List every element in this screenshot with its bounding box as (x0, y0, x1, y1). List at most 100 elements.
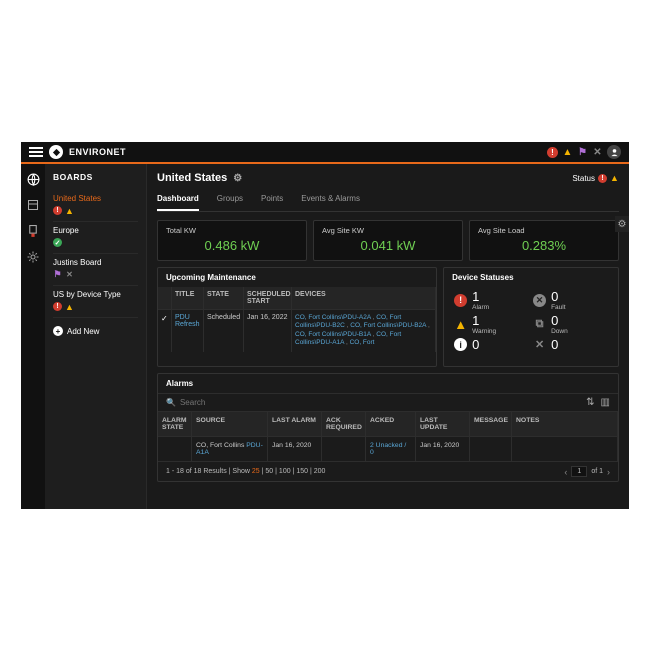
tools-icon[interactable]: ✕ (592, 147, 603, 158)
pager-prev-icon[interactable]: ‹ (564, 467, 567, 477)
flag-icon[interactable]: ⚑ (577, 147, 588, 158)
alarms-search-input[interactable] (180, 398, 240, 407)
status-count: 1 (472, 289, 489, 304)
status-alarm[interactable]: ! 1Alarm (454, 289, 529, 311)
wrench-icon: ✕ (65, 270, 74, 279)
row-state: Scheduled (204, 310, 244, 352)
cell-alarm-state (158, 437, 192, 461)
nav-rail (21, 164, 45, 509)
sidebar-item-label: US by Device Type (53, 290, 138, 299)
kpi-value: 0.041 kW (322, 238, 454, 253)
upcoming-maintenance-panel: Upcoming Maintenance TITLE STATE SCHEDUL… (157, 267, 437, 367)
page-title-text: United States (157, 172, 227, 184)
col-source: SOURCE (192, 412, 268, 436)
app-logo-icon (49, 145, 63, 159)
sidebar-item-united-states[interactable]: United States ! ▲ (53, 190, 138, 222)
hamburger-menu-icon[interactable] (29, 147, 43, 157)
cell-acked[interactable]: 2 Unacked / 0 (366, 437, 416, 461)
kpi-value: 0.486 kW (166, 238, 298, 253)
filter-icon[interactable]: ⇅ (586, 397, 594, 408)
page-size-200[interactable]: 200 (314, 468, 326, 475)
kpi-avg-site-load: Avg Site Load 0.283% (469, 220, 619, 261)
alarms-table-row[interactable]: CO, Fort Collins PDU-A1A Jan 16, 2020 2 … (158, 436, 618, 461)
user-avatar-icon[interactable] (607, 145, 621, 159)
upcoming-table-row[interactable]: ✓ PDU Refresh Scheduled Jan 16, 2022 CO,… (158, 309, 436, 352)
flag-icon: ⚑ (53, 270, 62, 279)
pager: ‹ 1 of 1 › (564, 466, 610, 477)
status-count: 0 (551, 313, 568, 328)
sidebar-item-label: Justins Board (53, 258, 138, 267)
row-checkbox-icon[interactable]: ✓ (158, 310, 172, 352)
warning-icon: ▲ (454, 318, 467, 331)
search-icon[interactable]: 🔍 (166, 398, 176, 407)
kpi-label: Total KW (166, 226, 298, 235)
columns-icon[interactable]: ▥ (601, 397, 610, 408)
status-label: Warning (472, 328, 496, 335)
kpi-label: Avg Site Load (478, 226, 610, 235)
add-board-button[interactable]: + Add New (53, 326, 138, 336)
status-label: Fault (551, 304, 565, 311)
status-warning[interactable]: ▲ 1Warning (454, 313, 529, 335)
status-indicator: Status ! ▲ (572, 174, 619, 183)
alert-icon[interactable]: ! (547, 147, 558, 158)
page-size-50[interactable]: 50 (265, 468, 273, 475)
row-title[interactable]: PDU Refresh (172, 310, 204, 352)
status-label: Down (551, 328, 568, 335)
page-size-25[interactable]: 25 (252, 468, 260, 475)
rail-item-2-icon[interactable] (26, 198, 40, 212)
status-info[interactable]: i 0 (454, 337, 529, 352)
tab-groups[interactable]: Groups (217, 190, 243, 211)
kpi-label: Avg Site KW (322, 226, 454, 235)
sidebar-item-label: Europe (53, 226, 138, 235)
app-window: ENVIRONET ! ▲ ⚑ ✕ (21, 142, 629, 509)
col-alarm-state: ALARM STATE (158, 412, 192, 436)
col-notes: NOTES (512, 412, 618, 436)
sidebar-item-europe[interactable]: Europe ✓ (53, 222, 138, 254)
page-size-150[interactable]: 150 (296, 468, 308, 475)
down-icon: ⧉ (533, 318, 546, 331)
fault-icon: ✕ (533, 294, 546, 307)
alarms-table-header: ALARM STATE SOURCE LAST ALARM ACK REQUIR… (158, 412, 618, 436)
status-count: 0 (472, 337, 479, 352)
panel-title: Device Statuses (444, 268, 618, 287)
warning-icon: ▲ (610, 174, 619, 183)
pager-current[interactable]: 1 (571, 466, 587, 477)
rail-item-3-icon[interactable] (26, 224, 40, 238)
main-content: United States ⚙ Status ! ▲ Dashboard Gro… (147, 164, 629, 509)
rail-settings-icon[interactable] (26, 250, 40, 264)
rail-boards-icon[interactable] (26, 172, 40, 186)
warning-icon[interactable]: ▲ (562, 147, 573, 158)
tab-events-alarms[interactable]: Events & Alarms (301, 190, 360, 211)
ok-icon: ✓ (53, 238, 62, 247)
page-title: United States ⚙ (157, 172, 242, 184)
row-devices: CO, Fort Collins\PDU-A2A , CO, Fort Coll… (292, 310, 436, 352)
status-fault[interactable]: ✕ 0Fault (533, 289, 608, 311)
panel-title: Alarms (158, 374, 618, 393)
tab-dashboard[interactable]: Dashboard (157, 190, 199, 211)
status-label: Status (572, 174, 595, 183)
sidebar-title: BOARDS (53, 172, 138, 182)
tab-points[interactable]: Points (261, 190, 283, 211)
results-summary: 1 - 18 of 18 Results | Show 25 | 50 | 10… (166, 468, 325, 475)
kpi-row: Total KW 0.486 kW Avg Site KW 0.041 kW A… (157, 220, 619, 261)
status-down[interactable]: ⧉ 0Down (533, 313, 608, 335)
status-maintenance[interactable]: ✕ 0 (533, 337, 608, 352)
col-last-alarm: LAST ALARM (268, 412, 322, 436)
cell-last-update: Jan 16, 2020 (416, 437, 470, 461)
panel-settings-icon[interactable]: ⚙ (615, 216, 629, 232)
sidebar-item-justins-board[interactable]: Justins Board ⚑ ✕ (53, 254, 138, 286)
sidebar-item-us-by-device-type[interactable]: US by Device Type ! ▲ (53, 286, 138, 318)
pager-next-icon[interactable]: › (607, 467, 610, 477)
col-devices: DEVICES (292, 287, 436, 309)
page-settings-icon[interactable]: ⚙ (233, 173, 242, 184)
col-message: MESSAGE (470, 412, 512, 436)
col-check (158, 287, 172, 309)
status-count: 1 (472, 313, 496, 328)
status-count: 0 (551, 337, 558, 352)
status-label: Alarm (472, 304, 489, 311)
main-tabs: Dashboard Groups Points Events & Alarms (157, 190, 619, 212)
alarm-icon: ! (454, 294, 467, 307)
page-size-100[interactable]: 100 (279, 468, 291, 475)
alarms-footer: 1 - 18 of 18 Results | Show 25 | 50 | 10… (158, 461, 618, 481)
upcoming-table-header: TITLE STATE SCHEDULED START DEVICES (158, 287, 436, 309)
